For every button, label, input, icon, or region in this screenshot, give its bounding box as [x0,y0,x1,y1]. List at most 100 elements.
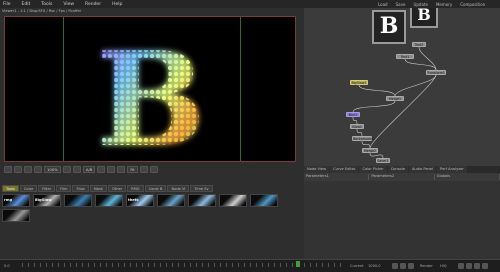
timeline-button-2[interactable] [466,263,472,269]
menu-render[interactable]: Render [85,2,101,7]
flow-node[interactable]: BigGlow1 [350,80,368,85]
bin-thumbnails: rmg BigGlow thefx [2,194,302,230]
flow-wire [369,74,437,149]
viewer-image: BB [96,23,206,162]
preview-thumbnail-2[interactable]: B [410,8,438,28]
parameters2-label[interactable]: Parameters2 [369,174,435,180]
load-button[interactable]: Load [378,2,388,7]
flow-node[interactable]: Transform1 [426,70,446,75]
end-time[interactable]: 1000.0 [368,264,381,268]
flow-node[interactable]: Glow1 [350,124,364,129]
panel-tabs: Node View Curve Editor Color Picker Console… [304,166,500,173]
bin-thumbnail[interactable] [64,194,92,207]
bin-tab[interactable]: Film [56,185,72,192]
bin-thumbnail-label: BigGlow [35,198,52,202]
globals-label[interactable]: Globals [435,174,500,180]
bin-tab[interactable]: Const B [144,185,167,192]
fit-button[interactable]: Fit [127,165,138,173]
flow-node[interactable]: Saver1 [376,158,390,163]
bin-tab[interactable]: RMG [127,185,144,192]
bin-thumbnail-label: thefx [128,198,139,202]
bin-thumbnail[interactable]: BigGlow [33,194,61,207]
panel-tab[interactable]: Node View [304,166,330,173]
viewer-button-1[interactable] [4,165,12,173]
bin-thumbnail-label: rmg [4,198,13,202]
bin-thumbnail[interactable] [219,194,247,207]
flow-node[interactable]: Text1 [396,54,414,59]
bin-tab[interactable]: Color [19,185,38,192]
panel-tab[interactable]: Perf Analyzer [437,166,467,173]
viewer-button-2[interactable] [14,165,22,173]
zoom-select[interactable]: 100% [44,165,61,173]
timeline-button-4[interactable] [482,263,488,269]
loop-button[interactable] [408,263,414,269]
flow-node[interactable]: Merge2 [362,148,378,153]
start-time[interactable]: 0.0 [4,264,10,268]
flow-wire [352,116,358,125]
panel-tab[interactable]: Color Picker [359,166,387,173]
flow-wire [352,100,396,113]
parameters1-label[interactable]: Parameters1 [304,174,370,180]
top-toolbar: Load Save Update Memory Composition [370,0,500,8]
flow-wire [361,140,371,149]
play-button[interactable] [392,263,398,269]
flow-node[interactable]: Merge1 [386,96,404,101]
viewer-button-5[interactable] [62,165,71,173]
bin-thumbnail[interactable]: rmg [2,194,30,207]
flow-wire [358,84,396,97]
memory-button[interactable]: Memory [436,2,452,7]
bin-tab[interactable]: Other [107,185,127,192]
bin-thumbnail[interactable] [250,194,278,207]
bin-tab[interactable]: Time Sv [190,185,213,192]
time-ruler[interactable] [22,263,342,267]
menu-view[interactable]: View [63,2,74,7]
viewer-button-4[interactable] [34,165,42,173]
viewer-letter: B [96,23,206,162]
timeline-button-1[interactable] [458,263,464,269]
inspector-header: Parameters1 Parameters2 Globals [304,174,500,180]
bin-tab[interactable]: Flow [72,185,89,192]
panel-tab[interactable]: Audio Panel [408,166,437,173]
bin-tabs: Tools Color Filter Film Flow Mask Other RMG Cons… [2,185,302,192]
viewer[interactable]: BB [4,16,296,162]
flow-node[interactable]: Text2 [412,42,426,47]
flow-node[interactable]: Background1 [352,136,374,141]
timeline-button-3[interactable] [474,263,480,269]
bin-tab[interactable]: Mask [89,185,107,192]
save-button[interactable]: Save [396,2,406,7]
render-button[interactable]: Render [420,264,433,268]
bin-tab[interactable]: Filter [38,185,56,192]
viewer-button-9[interactable] [117,165,126,173]
viewer-title: Viewer1 - 1:1 / Disp/SFX / Rsc / Fps / F… [2,9,82,13]
bin-thumbnail[interactable]: thefx [126,194,154,207]
update-button[interactable]: Update [413,2,428,7]
stop-button[interactable] [400,263,406,269]
viewer-button-7[interactable] [97,165,106,173]
ab-toggle[interactable]: A/B [82,165,96,173]
bin-tab[interactable]: Node Vi [167,185,190,192]
flow-node[interactable]: Blur1 [346,112,360,117]
menu-file[interactable]: File [3,2,11,7]
composition-button[interactable]: Composition [460,2,485,7]
bin-tab[interactable]: Tools [2,185,19,192]
menu-edit[interactable]: Edit [22,2,31,7]
hiq-toggle[interactable]: HiQ [440,264,447,268]
playhead[interactable] [296,261,300,267]
bin-thumbnail[interactable] [95,194,123,207]
bin-thumbnail[interactable] [157,194,185,207]
viewer-button-8[interactable] [107,165,116,173]
viewer-button-3[interactable] [24,165,32,173]
viewer-button-11[interactable] [149,165,158,173]
flow-view[interactable]: B B Text1 Text2 Transform1 BigGlow1 Merge1 Bl… [304,8,500,166]
menu-help[interactable]: Help [112,2,122,7]
current-label: Current [350,264,364,268]
bin-thumbnail[interactable] [188,194,216,207]
panel-tab[interactable]: Curve Editor [330,166,359,173]
flow-wire [356,128,363,137]
bin-thumbnail[interactable] [2,209,30,222]
panel-tab[interactable]: Console [387,166,408,173]
preview-thumbnail[interactable]: B [372,10,406,44]
menu-tools[interactable]: Tools [41,2,52,7]
viewer-button-10[interactable] [139,165,148,173]
viewer-button-6[interactable] [72,165,81,173]
